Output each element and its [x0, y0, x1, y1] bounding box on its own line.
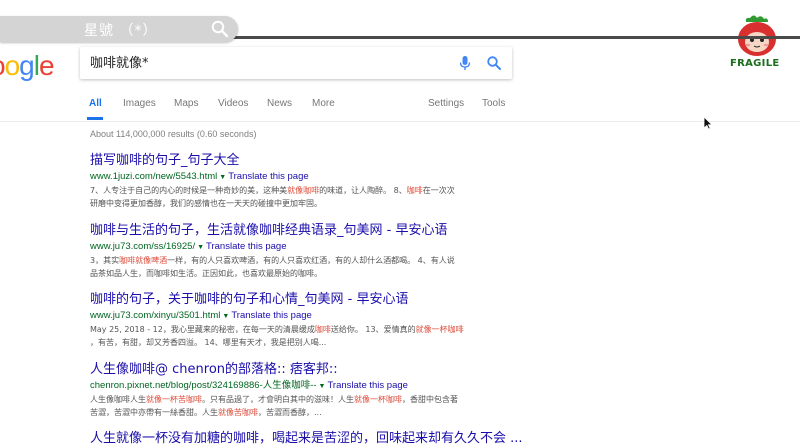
search-box: [80, 47, 512, 79]
result-snippet: May 25, 2018 - 12，我心里藏来的秘密，在每一天的清晨缓成咖啡送给…: [90, 325, 464, 334]
result-stats: About 114,000,000 results (0.60 seconds): [90, 129, 257, 139]
translate-link[interactable]: Translate this page: [228, 171, 308, 182]
dropdown-caret-icon[interactable]: ▼: [219, 171, 226, 184]
caption-text: 星號 （*）: [84, 23, 158, 39]
search-result: 人生就像一杯没有加糖的咖啡，喝起来是苦涩的，回味起来却有久久不会 ...: [90, 431, 523, 447]
tab-tools[interactable]: Tools: [482, 98, 505, 109]
result-url: www.ju73.com/ss/16925/▼ Translate this pa…: [90, 241, 287, 254]
result-title[interactable]: 人生像咖啡@ chenron的部落格:: 痞客邦::: [90, 362, 520, 378]
search-tabs: All Images Maps Videos News More Setting…: [0, 92, 800, 122]
search-result: 人生像咖啡@ chenron的部落格:: 痞客邦:: chenron.pixne…: [90, 362, 520, 419]
result-url: www.ju73.com/xinyu/3501.html ▼ Translate t…: [90, 310, 312, 323]
google-logo[interactable]: oogle: [0, 50, 55, 82]
result-url: www.1juzi.com/new/5543.html ▼ Translate th…: [90, 171, 309, 184]
search-result: 咖啡与生活的句子，生活就像咖啡经典语录_句美网 - 早安心语 www.ju73.…: [90, 223, 520, 280]
active-tab-indicator: [87, 117, 103, 120]
search-input[interactable]: [90, 54, 450, 69]
tab-all[interactable]: All: [89, 98, 102, 109]
tab-images[interactable]: Images: [123, 98, 156, 109]
tab-more[interactable]: More: [312, 98, 335, 109]
result-snippet-line2: 苦澀，苦澀中亦帶有一絲香甜。人生就像苦咖啡，苦澀而香醇，...: [90, 408, 322, 417]
result-snippet-line2: 品茶如品人生，而咖啡如生活。正因如此，也喜欢最原始的咖啡。: [90, 269, 322, 278]
translate-link[interactable]: Translate this page: [206, 241, 286, 252]
dropdown-caret-icon[interactable]: ▼: [197, 241, 204, 254]
dropdown-caret-icon[interactable]: ▼: [222, 310, 229, 323]
tabs-divider: [0, 121, 800, 122]
result-snippet-line2: ，有苦，有甜，却又芳香四溢。 14、哪里有天才，我是把别人喝...: [90, 338, 327, 347]
tab-maps[interactable]: Maps: [174, 98, 198, 109]
result-snippet: 人生像咖啡人生就像一杯苦咖啡。只有品過了，才會明白其中的滋味！人生就像一杯咖啡，…: [90, 395, 458, 404]
result-snippet-line2: 研磨中变得更加香醇，我们的感情也在一天天的碰撞中更加牢固。: [90, 199, 322, 208]
result-title[interactable]: 人生就像一杯没有加糖的咖啡，喝起来是苦涩的，回味起来却有久久不会 ...: [90, 431, 523, 447]
tab-videos[interactable]: Videos: [218, 98, 248, 109]
result-title[interactable]: 咖啡与生活的句子，生活就像咖啡经典语录_句美网 - 早安心语: [90, 223, 520, 239]
result-snippet: 7、人专注于自己的内心的时候是一种奇妙的美，这种美就像咖啡的味道，让人陶醉。 8…: [90, 186, 455, 195]
result-snippet: 3，其实咖啡就像啤酒一样，有的人只喜欢啤酒，有的人只喜欢红酒，有的人却什么酒都喝…: [90, 256, 455, 265]
tab-settings[interactable]: Settings: [428, 98, 464, 109]
result-title[interactable]: 咖啡的句子，关于咖啡的句子和心情_句美网 - 早安心语: [90, 292, 520, 308]
microphone-icon[interactable]: [458, 55, 472, 76]
translate-link[interactable]: Translate this page: [327, 380, 407, 391]
search-icon: [211, 20, 229, 43]
translate-link[interactable]: Translate this page: [231, 310, 311, 321]
dropdown-caret-icon[interactable]: ▼: [319, 380, 326, 393]
caption-overlay: 星號 （*）: [0, 16, 238, 42]
mouse-cursor-icon: [703, 116, 713, 135]
result-title[interactable]: 描写咖啡的句子_句子大全: [90, 153, 520, 169]
search-button-icon[interactable]: [486, 55, 502, 76]
fragile-label: FRAGILE: [730, 58, 780, 69]
result-url: chenron.pixnet.net/blog/post/324169886-人…: [90, 380, 408, 393]
tab-news[interactable]: News: [267, 98, 292, 109]
search-result: 描写咖啡的句子_句子大全 www.1juzi.com/new/5543.html…: [90, 153, 520, 210]
search-result: 咖啡的句子，关于咖啡的句子和心情_句美网 - 早安心语 www.ju73.com…: [90, 292, 520, 349]
